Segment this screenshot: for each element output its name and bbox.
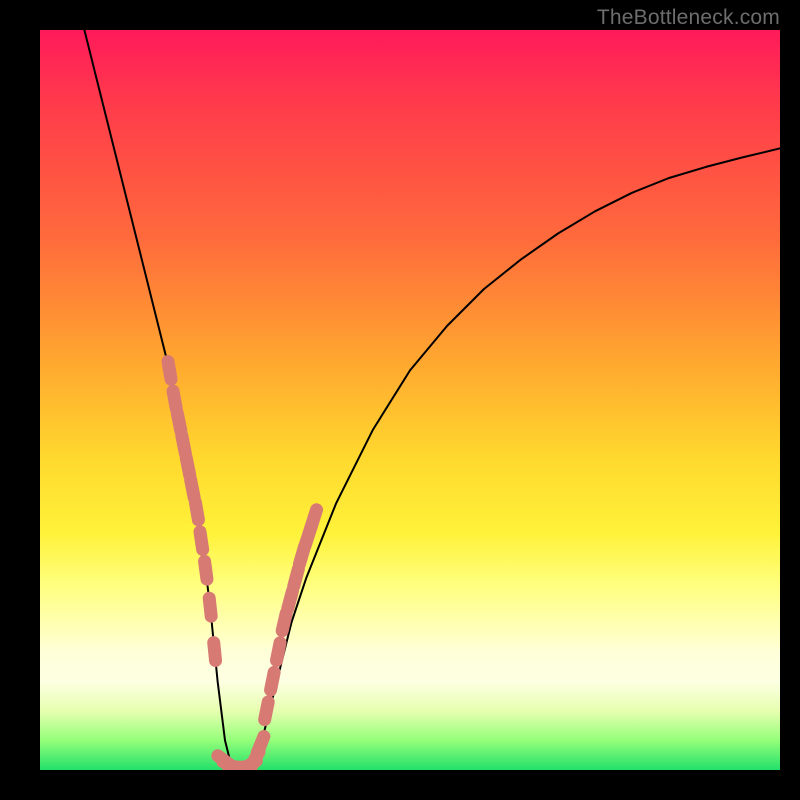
chart-marker: [200, 532, 203, 550]
chart-marker: [168, 362, 171, 380]
chart-marker: [177, 413, 181, 431]
chart-frame: TheBottleneck.com: [0, 0, 800, 800]
chart-marker: [205, 561, 207, 579]
watermark-text: TheBottleneck.com: [597, 6, 780, 30]
chart-marker: [277, 643, 281, 661]
chart-svg: [40, 30, 780, 770]
chart-marker: [311, 510, 316, 527]
chart-marker: [288, 591, 293, 608]
chart-marker: [257, 736, 264, 753]
chart-marker: [186, 458, 190, 476]
chart-marker: [173, 391, 176, 409]
chart-marker: [209, 598, 211, 616]
chart-marker: [182, 436, 186, 454]
plot-area: [40, 30, 780, 770]
chart-line: [84, 30, 780, 770]
chart-marker: [282, 613, 286, 631]
chart-marker: [191, 480, 195, 498]
chart-marker: [294, 569, 299, 586]
chart-marker: [265, 702, 269, 720]
chart-marker: [195, 502, 198, 520]
chart-marker: [271, 672, 275, 690]
chart-marker: [214, 643, 216, 661]
